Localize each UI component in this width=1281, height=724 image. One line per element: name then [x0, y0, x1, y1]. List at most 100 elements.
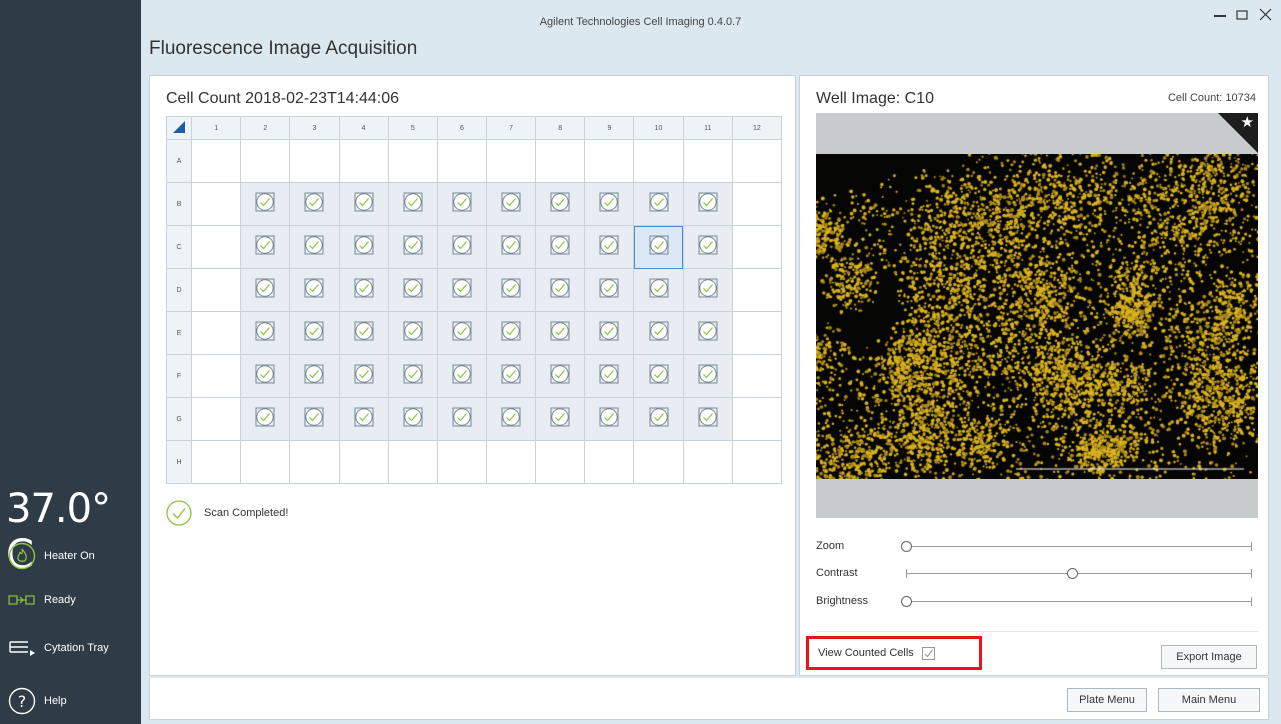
well-H1[interactable] — [191, 440, 242, 484]
well-E8[interactable] — [535, 311, 586, 355]
well-H6[interactable] — [436, 440, 488, 484]
row-header-F[interactable]: F — [165, 354, 193, 398]
well-A7[interactable] — [486, 139, 537, 183]
well-H10[interactable] — [633, 440, 684, 484]
row-header-C[interactable]: C — [165, 225, 193, 269]
well-D5[interactable] — [387, 268, 438, 312]
well-C8[interactable] — [535, 225, 586, 269]
well-G6[interactable] — [436, 397, 488, 441]
row-header-H[interactable]: H — [165, 440, 193, 484]
well-D9[interactable] — [584, 268, 635, 312]
well-A1[interactable] — [191, 139, 242, 183]
well-E5[interactable] — [387, 311, 438, 355]
well-G7[interactable] — [486, 397, 537, 441]
well-D4[interactable] — [338, 268, 389, 312]
main-menu-button[interactable]: Main Menu — [1158, 688, 1260, 712]
well-D3[interactable] — [289, 268, 340, 312]
well-F6[interactable] — [436, 354, 488, 398]
well-A2[interactable] — [240, 139, 291, 183]
help-button[interactable]: ? Help — [8, 687, 67, 715]
well-B12[interactable] — [731, 182, 783, 226]
well-A4[interactable] — [338, 139, 389, 183]
well-B8[interactable] — [535, 182, 586, 226]
well-F8[interactable] — [535, 354, 586, 398]
well-A3[interactable] — [289, 139, 340, 183]
export-image-button[interactable]: Export Image — [1161, 645, 1257, 669]
well-C6[interactable] — [436, 225, 488, 269]
well-A11[interactable] — [682, 139, 733, 183]
well-E4[interactable] — [338, 311, 389, 355]
well-A6[interactable] — [436, 139, 488, 183]
column-header-7[interactable]: 7 — [486, 116, 537, 140]
well-F4[interactable] — [338, 354, 389, 398]
well-A10[interactable] — [633, 139, 684, 183]
well-D1[interactable] — [191, 268, 242, 312]
well-C10[interactable] — [633, 225, 684, 269]
well-D11[interactable] — [682, 268, 733, 312]
well-F10[interactable] — [633, 354, 684, 398]
well-C11[interactable] — [682, 225, 733, 269]
well-F11[interactable] — [682, 354, 733, 398]
view-counted-cells-checkbox[interactable] — [921, 646, 935, 660]
well-F3[interactable] — [289, 354, 340, 398]
well-D2[interactable] — [240, 268, 291, 312]
contrast-slider[interactable] — [906, 568, 1252, 579]
column-header-9[interactable]: 9 — [584, 116, 635, 140]
column-header-1[interactable]: 1 — [191, 116, 242, 140]
well-A5[interactable] — [387, 139, 438, 183]
well-B5[interactable] — [387, 182, 438, 226]
minimize-button[interactable] — [1214, 8, 1226, 26]
well-G4[interactable] — [338, 397, 389, 441]
well-G2[interactable] — [240, 397, 291, 441]
view-counted-cells-toggle[interactable]: View Counted Cells — [806, 636, 982, 670]
column-header-3[interactable]: 3 — [289, 116, 340, 140]
column-header-12[interactable]: 12 — [731, 116, 783, 140]
contrast-slider-thumb[interactable] — [1067, 568, 1079, 579]
well-E2[interactable] — [240, 311, 291, 355]
well-B6[interactable] — [436, 182, 488, 226]
column-header-11[interactable]: 11 — [682, 116, 733, 140]
well-C2[interactable] — [240, 225, 291, 269]
well-E12[interactable] — [731, 311, 783, 355]
plate-menu-button[interactable]: Plate Menu — [1067, 688, 1147, 712]
well-F1[interactable] — [191, 354, 242, 398]
row-header-B[interactable]: B — [165, 182, 193, 226]
well-image-viewer[interactable]: ★ — [816, 113, 1258, 518]
well-C9[interactable] — [584, 225, 635, 269]
cytation-tray-button[interactable]: Cytation Tray — [8, 638, 109, 658]
well-G10[interactable] — [633, 397, 684, 441]
well-B7[interactable] — [486, 182, 537, 226]
well-E7[interactable] — [486, 311, 537, 355]
column-header-4[interactable]: 4 — [338, 116, 389, 140]
well-C12[interactable] — [731, 225, 783, 269]
well-H5[interactable] — [387, 440, 438, 484]
well-D8[interactable] — [535, 268, 586, 312]
well-D12[interactable] — [731, 268, 783, 312]
well-E9[interactable] — [584, 311, 635, 355]
well-H3[interactable] — [289, 440, 340, 484]
well-H9[interactable] — [584, 440, 635, 484]
well-B4[interactable] — [338, 182, 389, 226]
well-A12[interactable] — [731, 139, 783, 183]
well-D7[interactable] — [486, 268, 537, 312]
column-header-10[interactable]: 10 — [633, 116, 684, 140]
column-header-2[interactable]: 2 — [240, 116, 291, 140]
column-header-8[interactable]: 8 — [535, 116, 586, 140]
well-G1[interactable] — [191, 397, 242, 441]
well-A8[interactable] — [535, 139, 586, 183]
well-C5[interactable] — [387, 225, 438, 269]
row-header-D[interactable]: D — [165, 268, 193, 312]
well-H7[interactable] — [486, 440, 537, 484]
well-G9[interactable] — [584, 397, 635, 441]
heater-status[interactable]: Heater On — [8, 542, 95, 570]
well-B11[interactable] — [682, 182, 733, 226]
microscopy-image[interactable] — [816, 154, 1258, 479]
well-E3[interactable] — [289, 311, 340, 355]
brightness-slider-thumb[interactable] — [901, 596, 912, 607]
well-E10[interactable] — [633, 311, 684, 355]
well-H12[interactable] — [731, 440, 783, 484]
well-F9[interactable] — [584, 354, 635, 398]
well-F12[interactable] — [731, 354, 783, 398]
column-header-6[interactable]: 6 — [436, 116, 488, 140]
well-B1[interactable] — [191, 182, 242, 226]
